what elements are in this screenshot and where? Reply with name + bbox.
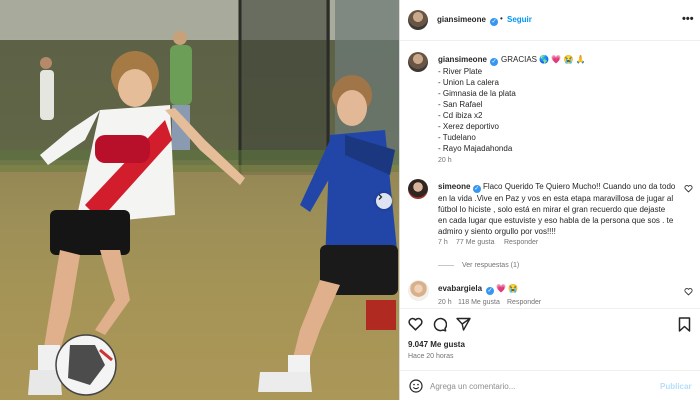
post-photo[interactable]	[0, 0, 399, 400]
comment-likes[interactable]: 118 Me gusta	[458, 299, 500, 306]
reply-button[interactable]: Responder	[507, 299, 541, 306]
comment-like-heart-icon[interactable]	[684, 287, 693, 296]
verified-badge-icon: ✓	[490, 18, 498, 26]
verified-badge-icon: ✓	[486, 287, 494, 295]
post-header: giansimeone ✓ • Seguir •••	[400, 0, 700, 41]
post-actions	[400, 308, 700, 332]
caption-avatar[interactable]	[408, 52, 428, 72]
post-time-ago: Hace 20 horas	[408, 353, 454, 360]
caption-line: - San Rafael	[438, 100, 483, 109]
instagram-post-viewer: giansimeone ✓ • Seguir ••• giansimeone ✓…	[0, 0, 700, 400]
photo-illustration	[0, 0, 399, 400]
more-options-icon[interactable]: •••	[682, 13, 694, 25]
comment-text: 💗 😭	[496, 284, 519, 293]
caption-time: 20 h	[438, 157, 452, 164]
heart-icon[interactable]	[408, 317, 423, 331]
caption-line: - Tudelano	[438, 133, 476, 142]
chevron-right-icon	[378, 194, 383, 200]
caption-line: - Xerez deportivo	[438, 122, 499, 131]
comment-username[interactable]: evabargiela	[438, 284, 482, 293]
carousel-next-button[interactable]	[376, 193, 392, 209]
reply-button[interactable]: Responder	[504, 239, 538, 246]
emoji-icon[interactable]	[409, 379, 423, 393]
follow-button[interactable]: Seguir	[507, 15, 532, 24]
comment-username[interactable]: simeone	[438, 182, 470, 191]
comment-like-heart-icon[interactable]	[684, 184, 693, 193]
caption-line: - Union La calera	[438, 78, 499, 87]
likes-count[interactable]: 9.047 Me gusta	[408, 340, 465, 349]
publish-button[interactable]: Publicar	[660, 382, 692, 391]
add-comment-bar: Publicar	[400, 370, 700, 401]
comment-avatar[interactable]	[408, 179, 428, 199]
caption-line: - Rayo Majadahonda	[438, 144, 513, 153]
comment-icon[interactable]	[432, 317, 447, 332]
caption-username[interactable]: giansimeone	[438, 55, 487, 64]
view-replies-label: Ver respuestas (1)	[462, 262, 520, 269]
verified-badge-icon: ✓	[472, 185, 481, 193]
bookmark-icon[interactable]	[678, 317, 691, 332]
author-avatar[interactable]	[408, 10, 428, 30]
caption-line: - Cd ibiza x2	[438, 111, 483, 120]
verified-badge-icon: ✓	[490, 58, 498, 66]
caption-text: GRACIAS 🌎 💗 😭 🙏	[501, 55, 586, 64]
share-icon[interactable]	[456, 317, 471, 331]
comment-time: 7 h	[438, 239, 448, 246]
comment-time: 20 h	[438, 299, 452, 306]
caption-line: - Gimnasia de la plata	[438, 89, 516, 98]
view-replies-button[interactable]: Ver respuestas (1)	[438, 262, 519, 269]
comment-likes[interactable]: 77 Me gusta	[456, 239, 495, 246]
comment-avatar[interactable]	[408, 280, 429, 301]
separator-dot: •	[500, 14, 503, 23]
replies-divider	[438, 264, 454, 266]
caption-line: - River Plate	[438, 67, 483, 76]
comment: simeone ✓ Flaco Querido Te Quiero Mucho!…	[438, 181, 676, 237]
post-sidebar: giansimeone ✓ • Seguir ••• giansimeone ✓…	[400, 0, 700, 400]
author-username[interactable]: giansimeone	[437, 15, 486, 24]
comment-input[interactable]	[430, 379, 650, 393]
